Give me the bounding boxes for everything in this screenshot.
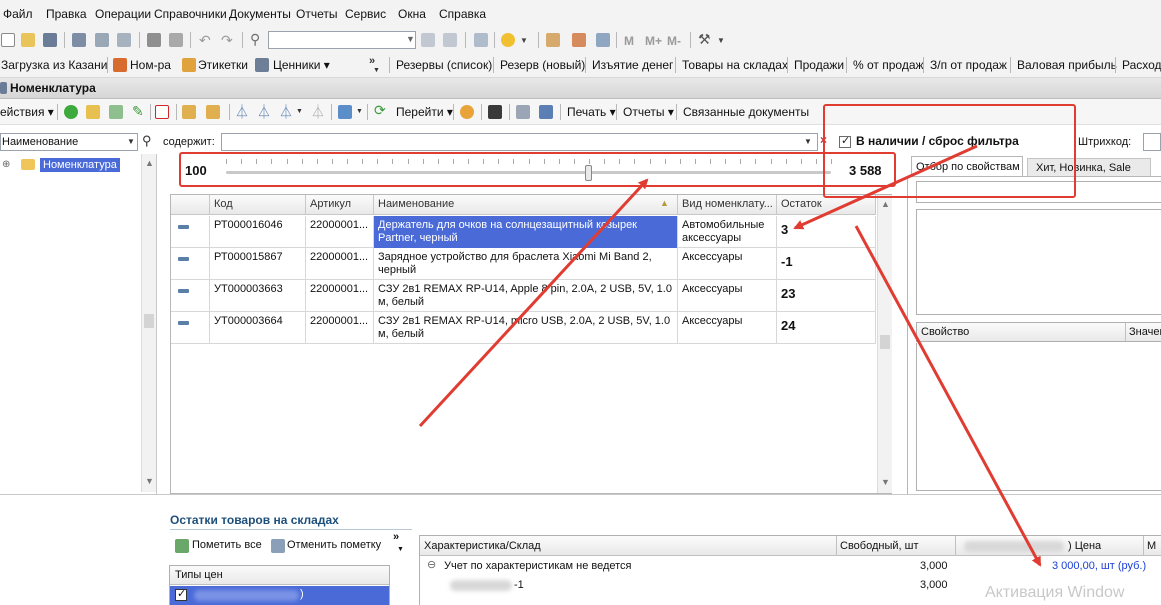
annotation-arrow bbox=[418, 178, 649, 428]
annotation-arrow bbox=[793, 144, 978, 230]
annotation-arrow bbox=[854, 225, 1042, 567]
annotation-arrows bbox=[418, 144, 1042, 567]
